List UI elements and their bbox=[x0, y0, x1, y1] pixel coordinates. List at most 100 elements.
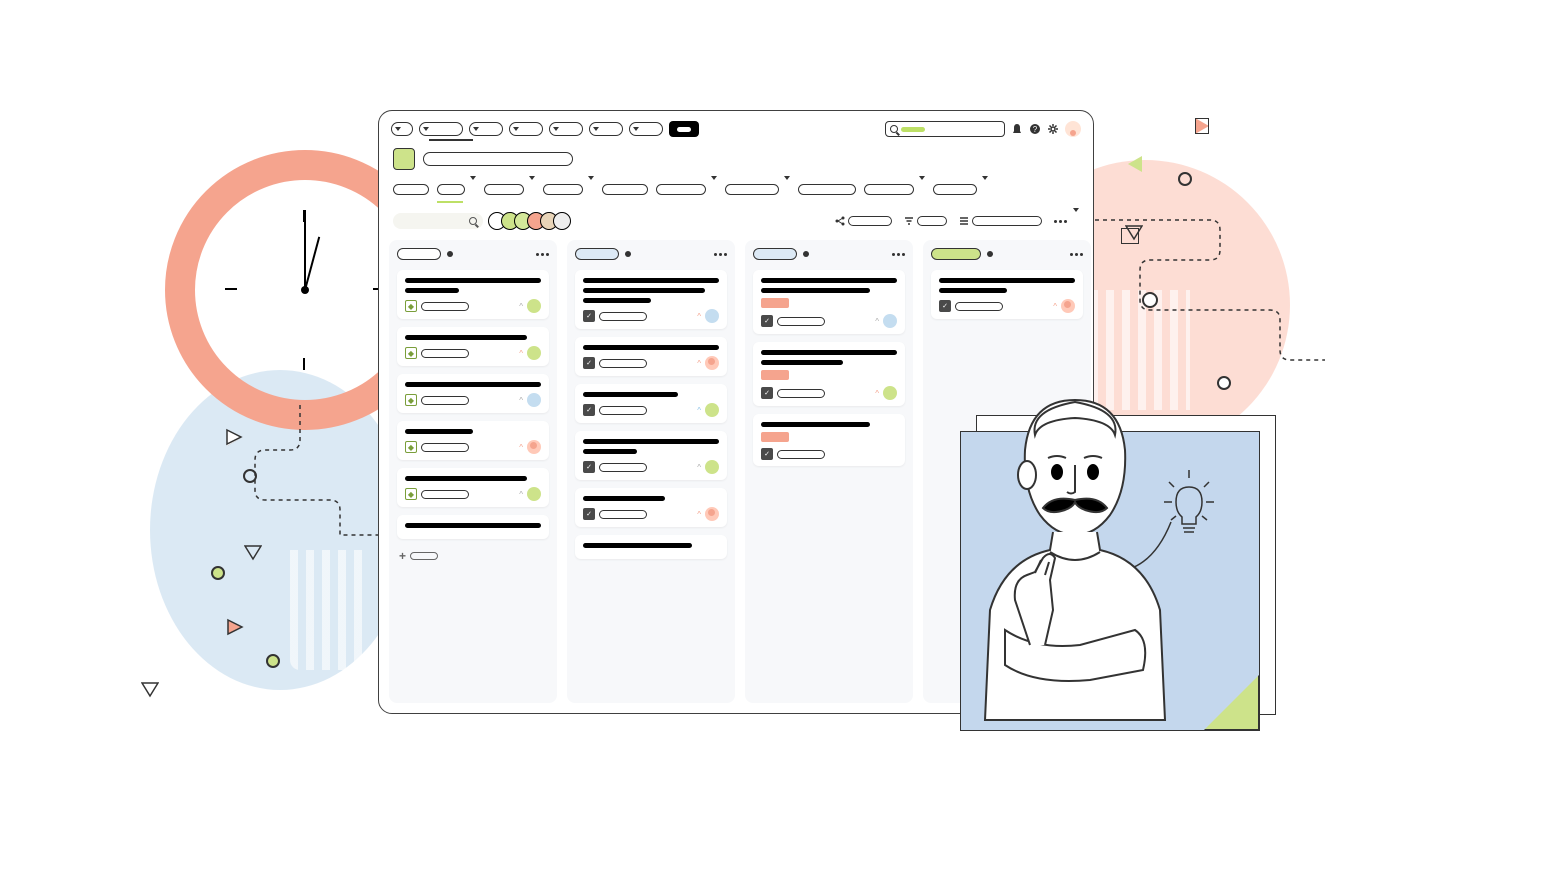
tab-9[interactable] bbox=[864, 180, 925, 198]
kanban-card[interactable]: ◆^ bbox=[397, 374, 549, 413]
priority-arrow-icon: ^ bbox=[875, 389, 879, 398]
workspace-icon[interactable] bbox=[393, 148, 415, 170]
column-name-badge[interactable] bbox=[753, 248, 797, 260]
kanban-card[interactable] bbox=[397, 515, 549, 539]
kanban-column[interactable]: ◆^ ◆^ ◆^ ◆^ ◆^ + bbox=[389, 240, 557, 703]
board-tabs bbox=[379, 174, 1093, 206]
checkbox-icon[interactable]: ✓ bbox=[583, 310, 595, 322]
checkbox-icon[interactable]: ✓ bbox=[583, 508, 595, 520]
checkbox-icon[interactable]: ✓ bbox=[939, 300, 951, 312]
kanban-card[interactable]: ✓^ bbox=[753, 342, 905, 406]
column-name-badge[interactable] bbox=[575, 248, 619, 260]
assignee-avatar[interactable] bbox=[883, 314, 897, 328]
workspace-header bbox=[379, 144, 1093, 174]
kanban-card[interactable]: ✓^ bbox=[575, 431, 727, 480]
checkbox-icon[interactable]: ✓ bbox=[761, 448, 773, 460]
assignee-avatar[interactable] bbox=[527, 346, 541, 360]
assignee-avatar[interactable] bbox=[705, 309, 719, 323]
nav-dropdown-4[interactable] bbox=[509, 122, 543, 136]
kanban-card[interactable]: ✓^ bbox=[575, 337, 727, 376]
kanban-column[interactable]: ✓^✓^✓ bbox=[745, 240, 913, 703]
more-options-button[interactable] bbox=[1054, 212, 1079, 230]
create-button[interactable] bbox=[669, 121, 699, 137]
search-icon bbox=[469, 217, 477, 225]
kanban-card[interactable]: ◆^ bbox=[397, 270, 549, 319]
tab-7[interactable] bbox=[725, 180, 790, 198]
card-title-line bbox=[583, 543, 692, 548]
assignee-avatar[interactable] bbox=[705, 356, 719, 370]
kanban-card[interactable]: ✓^ bbox=[931, 270, 1083, 319]
assignee-avatar[interactable] bbox=[527, 299, 541, 313]
kanban-card[interactable]: ◆^ bbox=[397, 421, 549, 460]
column-name-badge[interactable] bbox=[397, 248, 441, 260]
column-menu-button[interactable] bbox=[714, 253, 727, 256]
assignee-avatar[interactable] bbox=[705, 460, 719, 474]
assignee-avatar[interactable] bbox=[527, 487, 541, 501]
nav-dropdown-3[interactable] bbox=[469, 122, 503, 136]
tab-3[interactable] bbox=[484, 180, 535, 198]
notifications-icon[interactable] bbox=[1011, 123, 1023, 135]
tab-8[interactable] bbox=[798, 180, 856, 198]
nav-dropdown-5[interactable] bbox=[549, 122, 583, 136]
kanban-card[interactable]: ◆^ bbox=[397, 327, 549, 366]
tab-2[interactable] bbox=[437, 180, 476, 198]
assignee-avatar[interactable] bbox=[705, 507, 719, 521]
assignee-avatar[interactable] bbox=[527, 440, 541, 454]
user-avatar[interactable] bbox=[1065, 121, 1081, 137]
global-search-input[interactable] bbox=[885, 121, 1005, 137]
assignee-avatar[interactable] bbox=[705, 403, 719, 417]
kanban-card[interactable]: ✓^ bbox=[575, 270, 727, 329]
checkbox-icon[interactable]: ✓ bbox=[761, 387, 773, 399]
tab-10[interactable] bbox=[933, 180, 988, 198]
add-card-button[interactable]: + bbox=[397, 547, 549, 565]
card-title-line bbox=[583, 298, 651, 303]
card-footer: ✓^ bbox=[761, 314, 897, 328]
help-icon[interactable]: ? bbox=[1029, 123, 1041, 135]
assignee-avatar[interactable] bbox=[527, 393, 541, 407]
nav-dropdown-1[interactable] bbox=[391, 122, 413, 136]
board-search-input[interactable] bbox=[393, 213, 483, 229]
card-id-badge bbox=[421, 302, 469, 311]
nav-dropdown-2[interactable] bbox=[419, 122, 463, 136]
filter-button[interactable] bbox=[904, 216, 947, 226]
assignee-avatar[interactable] bbox=[1061, 299, 1075, 313]
column-name-badge[interactable] bbox=[931, 248, 981, 260]
checkbox-icon[interactable]: ✓ bbox=[583, 404, 595, 416]
tab-6[interactable] bbox=[656, 180, 717, 198]
nav-dropdown-7[interactable] bbox=[629, 122, 663, 136]
column-status-dot bbox=[447, 251, 453, 257]
settings-gear-icon[interactable] bbox=[1047, 123, 1059, 135]
checkbox-icon[interactable]: ✓ bbox=[583, 357, 595, 369]
group-button[interactable] bbox=[959, 216, 1042, 226]
card-label-tag bbox=[761, 432, 789, 442]
kanban-card[interactable]: ✓^ bbox=[575, 488, 727, 527]
card-label-tag bbox=[761, 298, 789, 308]
workspace-title[interactable] bbox=[423, 152, 573, 166]
member-avatar[interactable] bbox=[553, 212, 571, 230]
priority-arrow-icon: ^ bbox=[697, 510, 701, 519]
checkbox-icon[interactable]: ✓ bbox=[761, 315, 773, 327]
column-menu-button[interactable] bbox=[1070, 253, 1083, 256]
kanban-card[interactable]: ✓^ bbox=[575, 384, 727, 423]
kanban-card[interactable]: ✓^ bbox=[753, 270, 905, 334]
assignee-avatar[interactable] bbox=[883, 386, 897, 400]
priority-arrow-icon: ^ bbox=[519, 443, 523, 452]
kanban-card[interactable]: ◆^ bbox=[397, 468, 549, 507]
kanban-column[interactable]: ✓^✓^✓^✓^✓^ bbox=[567, 240, 735, 703]
card-footer: ◆^ bbox=[405, 393, 541, 407]
checkbox-icon[interactable]: ✓ bbox=[583, 461, 595, 473]
card-title-line bbox=[939, 288, 1007, 293]
share-button[interactable] bbox=[835, 216, 892, 226]
nav-dropdown-6[interactable] bbox=[589, 122, 623, 136]
tab-4[interactable] bbox=[543, 180, 594, 198]
column-menu-button[interactable] bbox=[536, 253, 549, 256]
column-menu-button[interactable] bbox=[892, 253, 905, 256]
card-footer: ✓^ bbox=[583, 507, 719, 521]
tab-5[interactable] bbox=[602, 180, 648, 198]
card-footer: ✓^ bbox=[761, 386, 897, 400]
card-footer: ✓^ bbox=[583, 460, 719, 474]
kanban-card[interactable] bbox=[575, 535, 727, 559]
member-filter[interactable] bbox=[493, 212, 571, 230]
kanban-card[interactable]: ✓ bbox=[753, 414, 905, 466]
tab-1[interactable] bbox=[393, 180, 429, 198]
